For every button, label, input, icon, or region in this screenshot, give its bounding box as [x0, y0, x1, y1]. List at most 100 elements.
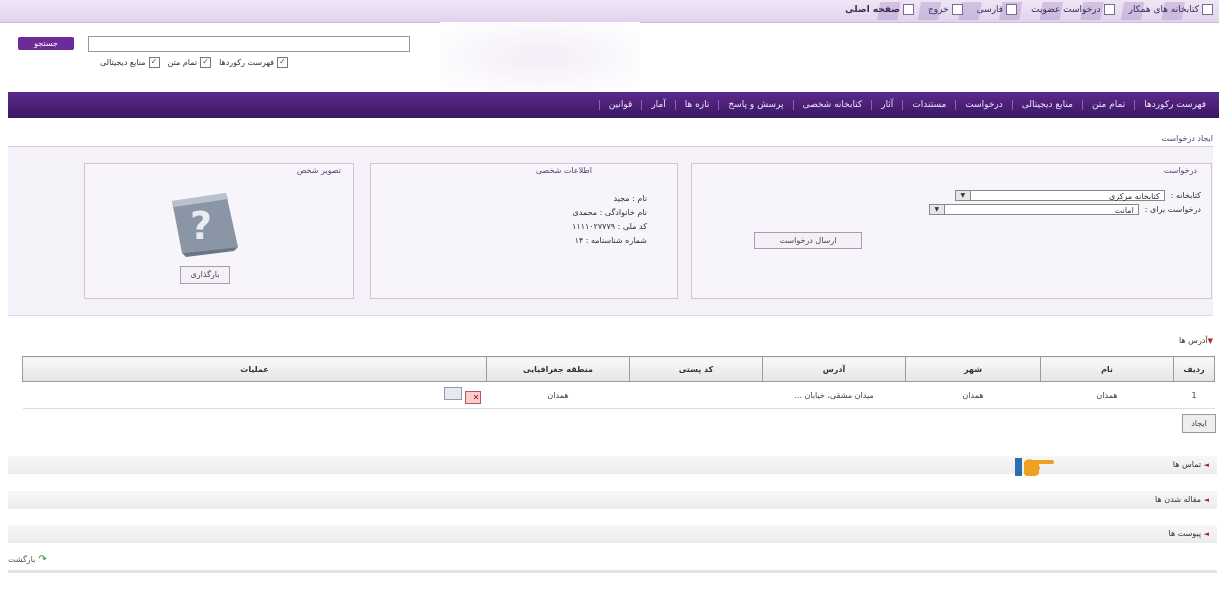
col-address: آدرس — [762, 356, 906, 382]
col-city: شهر — [905, 356, 1041, 382]
request-panel: درخواست کتابخانه : کتابخانه مرکزی ▼ درخوا… — [691, 163, 1212, 299]
personal-info-panel: اطلاعات شخصی نام : مجید نام خانوادگی : م… — [370, 163, 678, 299]
nav-digital[interactable]: منابع دیجیتالی — [1011, 100, 1082, 110]
logout-link-label: خروج — [927, 4, 949, 15]
option-records[interactable]: ✓ فهرست رکوردها — [219, 57, 288, 68]
option-fulltext-label: تمام متن — [167, 58, 198, 67]
cell-region: همدان — [486, 381, 630, 409]
home-link-label: صفحه اصلی — [845, 4, 900, 15]
nav-rules[interactable]: قوانین — [598, 100, 642, 110]
option-records-label: فهرست رکوردها — [219, 58, 274, 67]
top-links: صفحه اصلی خروج فارسی درخواست عضویت کتابخ… — [845, 4, 1213, 15]
nav-fulltext[interactable]: تمام متن — [1081, 100, 1134, 110]
logout-link[interactable]: خروج — [928, 4, 963, 15]
language-icon — [1006, 4, 1018, 15]
nav-request[interactable]: درخواست — [955, 100, 1011, 110]
library-select[interactable]: کتابخانه مرکزی ▼ — [954, 190, 1165, 201]
table-row: 1 همدان همدان میدان مشقی، خیابان ... همد… — [22, 381, 1215, 409]
add-address-button[interactable]: ایجاد — [1182, 414, 1216, 433]
back-link[interactable]: بازگشت ↷ — [8, 554, 47, 565]
library-label: کتابخانه : — [1170, 191, 1201, 200]
checkbox-digital[interactable]: ✓ — [148, 57, 160, 68]
info-last-name: نام خانوادگی : محمدی — [572, 208, 647, 217]
info-first-name: نام : مجید — [613, 194, 647, 203]
request-type-label: درخواست برای : — [1144, 205, 1201, 214]
membership-icon — [1103, 4, 1115, 15]
nav-qa[interactable]: پرسش و پاسخ — [718, 100, 792, 110]
cell-city: همدان — [905, 381, 1041, 409]
option-digital-label: منابع دیجیتالی — [100, 58, 146, 67]
attachments-section[interactable]: ◄ پیوست ها — [8, 525, 1217, 543]
request-type-row: درخواست برای : امانت ▼ — [928, 204, 1201, 215]
libraries-link[interactable]: کتابخانه های همکار — [1129, 4, 1213, 15]
search-input[interactable] — [88, 36, 410, 52]
attachments-section-text: پیوست ها — [1168, 529, 1202, 538]
col-operations: عملیات — [22, 356, 487, 382]
home-icon — [902, 4, 914, 15]
exit-icon — [951, 4, 963, 15]
nav-works[interactable]: آثار — [871, 100, 902, 110]
articles-section[interactable]: ◄ مقاله شدن ها — [8, 491, 1217, 509]
cell-name: همدان — [1040, 381, 1174, 409]
triangle-left-icon: ◄ — [1203, 496, 1209, 504]
main-nav: فهرست رکوردها تمام متن منابع دیجیتالی در… — [8, 92, 1219, 118]
edit-icon[interactable] — [443, 386, 462, 400]
cell-postal-code — [629, 381, 763, 409]
banner-decoration — [440, 22, 640, 92]
addresses-header[interactable]: ▼آدرس ها — [1179, 336, 1213, 345]
cell-row-number: 1 — [1173, 381, 1215, 409]
submit-request-button[interactable]: ارسال درخواست — [754, 232, 862, 249]
option-fulltext[interactable]: ✓ تمام متن — [168, 57, 212, 68]
triangle-down-icon: ▼ — [1207, 337, 1213, 345]
personal-info-title: اطلاعات شخصی — [535, 166, 592, 175]
footer-divider — [8, 570, 1217, 573]
info-id-number: شماره شناسنامه : ۱۴ — [574, 236, 647, 245]
triangle-left-icon: ◄ — [1203, 530, 1209, 538]
cell-operations: ✕ — [22, 381, 487, 409]
language-link[interactable]: فارسی — [976, 4, 1018, 15]
articles-section-label: ◄ مقاله شدن ها — [1155, 495, 1209, 504]
articles-section-text: مقاله شدن ها — [1155, 495, 1202, 504]
contacts-section-label: ◄ تماس ها — [1173, 460, 1209, 469]
col-row-number: ردیف — [1173, 356, 1215, 382]
nav-news[interactable]: تازه ها — [674, 100, 719, 110]
back-link-label: بازگشت — [8, 555, 36, 564]
chevron-down-icon[interactable]: ▼ — [955, 191, 971, 200]
delete-icon[interactable]: ✕ — [464, 390, 481, 404]
col-region: منطقه جغرافیایی — [486, 356, 630, 382]
attachments-section-label: ◄ پیوست ها — [1169, 529, 1209, 538]
photo-panel-title: تصویر شخص — [296, 166, 341, 175]
library-row: کتابخانه : کتابخانه مرکزی ▼ — [954, 190, 1201, 201]
checkbox-records[interactable]: ✓ — [277, 57, 288, 68]
breadcrumb: ایجاد درخواست — [1161, 134, 1213, 143]
nav-documents[interactable]: مستندات — [902, 100, 955, 110]
info-national-id: کد ملی : ۱۱۱۱۰۲۷۷۷۹ — [572, 222, 647, 231]
back-arrow-icon: ↷ — [38, 554, 47, 565]
svg-text:?: ? — [190, 204, 212, 248]
membership-link-label: درخواست عضویت — [1031, 4, 1101, 15]
request-type-value: امانت — [1114, 206, 1134, 215]
nav-records[interactable]: فهرست رکوردها — [1134, 100, 1215, 110]
home-link[interactable]: صفحه اصلی — [845, 4, 914, 15]
checkbox-fulltext[interactable]: ✓ — [200, 57, 212, 68]
addresses-header-label: آدرس ها — [1178, 336, 1208, 345]
nav-personal-library[interactable]: کتابخانه شخصی — [792, 100, 872, 110]
library-icon — [1202, 4, 1213, 15]
col-postal-code: کد پستی — [629, 356, 763, 382]
request-type-select[interactable]: امانت ▼ — [928, 204, 1139, 215]
search-button[interactable]: جستجو — [18, 37, 74, 50]
triangle-left-icon: ◄ — [1203, 461, 1209, 469]
libraries-link-label: کتابخانه های همکار — [1128, 4, 1199, 15]
option-digital[interactable]: ✓ منابع دیجیتالی — [100, 57, 160, 68]
contacts-section-text: تماس ها — [1172, 460, 1202, 469]
chevron-down-icon[interactable]: ▼ — [929, 205, 945, 214]
nav-stats[interactable]: آمار — [641, 100, 674, 110]
language-link-label: فارسی — [976, 4, 1004, 15]
unknown-photo-icon: ? — [172, 193, 238, 257]
top-bar: صفحه اصلی خروج فارسی درخواست عضویت کتابخ… — [0, 0, 1219, 23]
upload-photo-button[interactable]: بارگذاری — [180, 266, 230, 284]
col-name: نام — [1040, 356, 1174, 382]
membership-link[interactable]: درخواست عضویت — [1031, 4, 1115, 15]
request-panel-title: درخواست — [1163, 166, 1197, 175]
library-select-value: کتابخانه مرکزی — [1109, 192, 1160, 201]
